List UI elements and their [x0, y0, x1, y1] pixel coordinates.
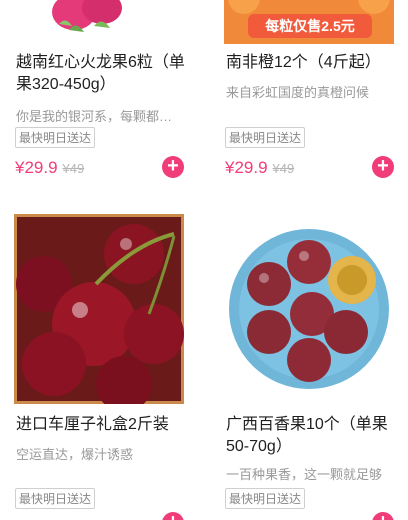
add-to-cart-button[interactable]: +	[162, 156, 184, 178]
plus-icon: +	[167, 155, 179, 177]
product-image-passion-fruit[interactable]	[224, 214, 394, 404]
product-subtitle: 一百种果香，这一颗就足够	[226, 467, 383, 482]
plus-icon: +	[167, 511, 179, 520]
price: ¥29.9	[15, 158, 58, 177]
delivery-badge: 最快明日送达	[15, 127, 96, 148]
delivery-badge: 最快明日送达	[15, 488, 96, 509]
plus-icon: +	[377, 511, 389, 520]
add-to-cart-button[interactable]: +	[162, 512, 184, 520]
product-image-dragon-fruit[interactable]	[14, 0, 184, 44]
add-to-cart-button[interactable]: +	[372, 512, 394, 520]
price-row: ¥29.9 ¥49	[15, 158, 84, 178]
image-promo-text: 每粒仅售2.5元	[265, 18, 355, 34]
product-title[interactable]: 广西百香果10个（单果50-70g）	[226, 414, 398, 458]
product-title[interactable]: 越南红心火龙果6粒（单果320-450g）	[16, 52, 188, 96]
price-row: ¥29.9 ¥49	[225, 158, 294, 178]
product-subtitle: 空运直达，爆汁诱惑	[16, 447, 134, 462]
product-subtitle: 你是我的银河系，每颗都…	[16, 109, 173, 124]
original-price: ¥49	[272, 161, 295, 176]
product-image-cherries[interactable]	[14, 214, 184, 404]
product-subtitle: 来自彩虹国度的真橙问候	[226, 85, 370, 100]
delivery-badge: 最快明日送达	[225, 127, 306, 148]
delivery-badge: 最快明日送达	[225, 488, 306, 509]
product-title[interactable]: 南非橙12个（4斤起）	[226, 52, 398, 74]
plus-icon: +	[377, 155, 389, 177]
original-price: ¥49	[62, 161, 85, 176]
product-title[interactable]: 进口车厘子礼盒2斤装	[16, 414, 188, 436]
price: ¥29.9	[225, 158, 268, 177]
add-to-cart-button[interactable]: +	[372, 156, 394, 178]
product-image-oranges[interactable]: 每粒仅售2.5元	[224, 0, 394, 44]
